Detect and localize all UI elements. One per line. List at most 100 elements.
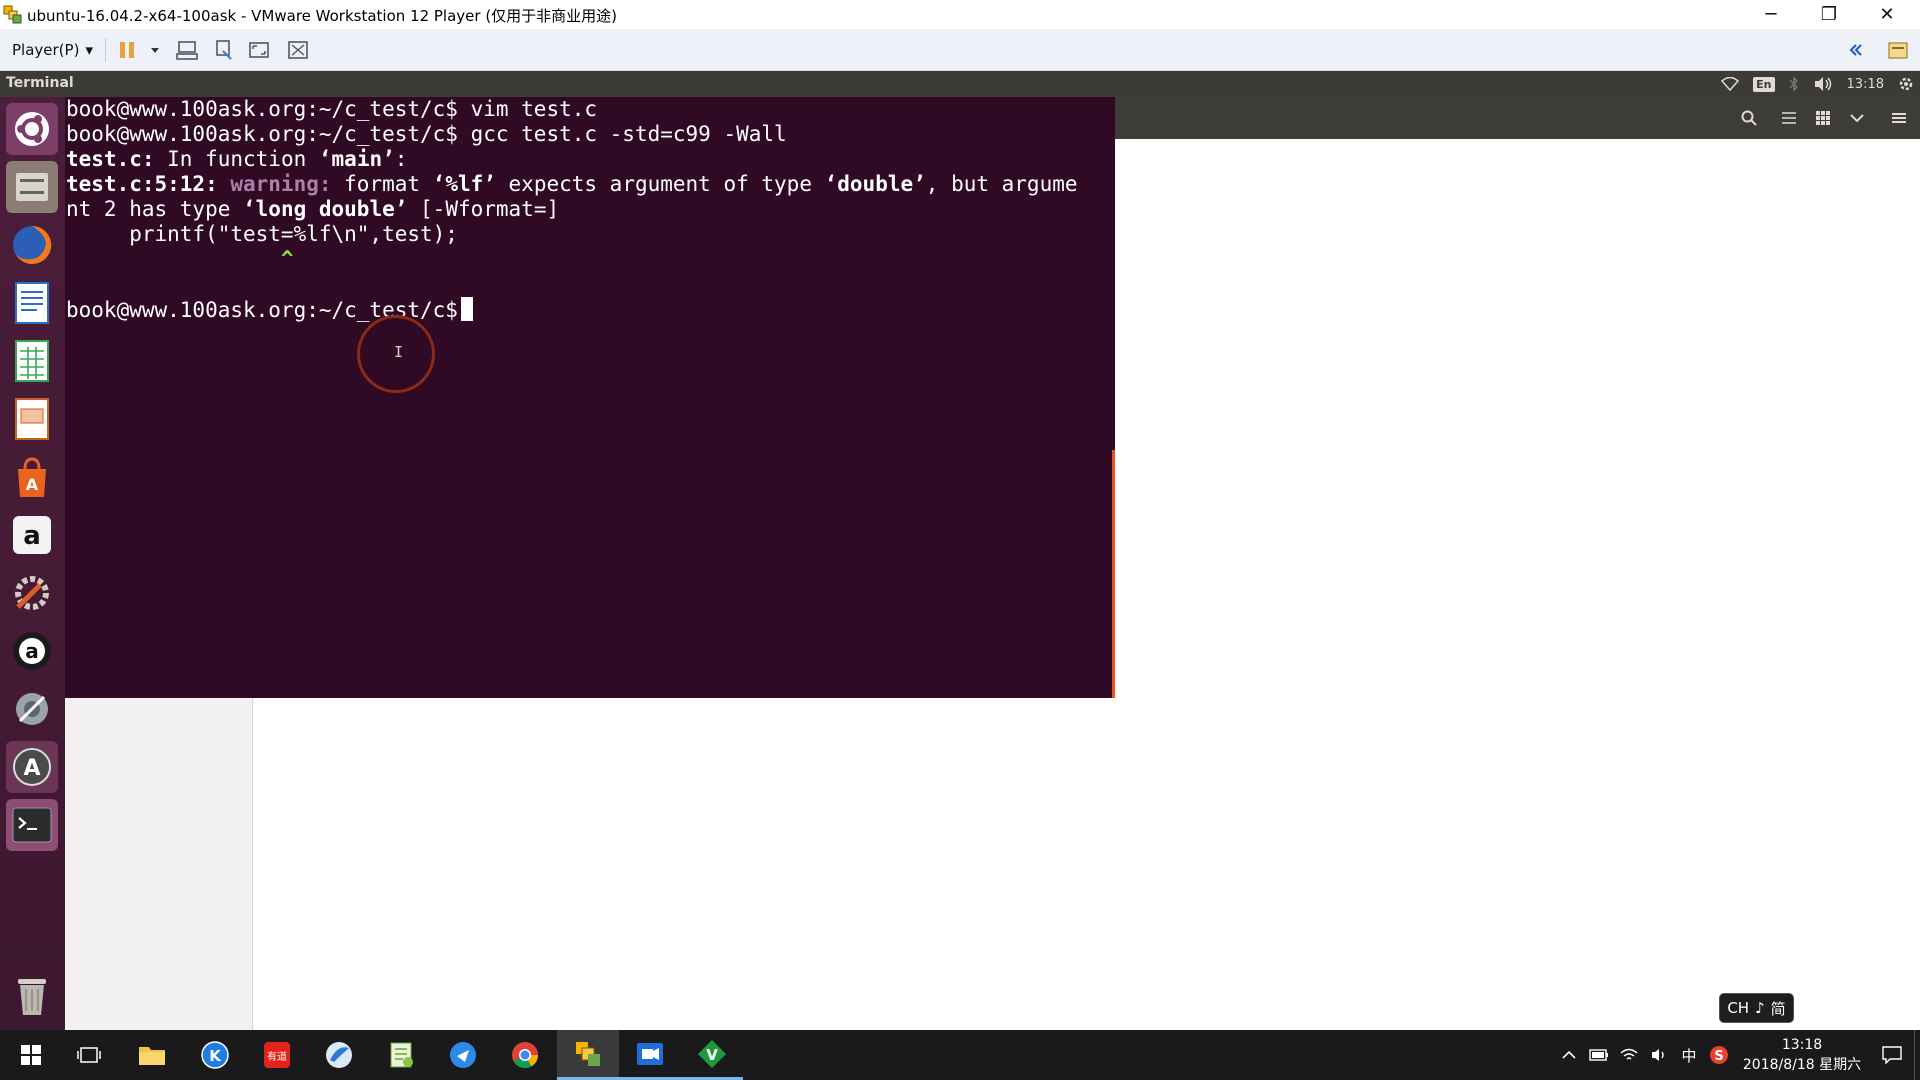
mouse-ibeam-cursor: I bbox=[394, 343, 404, 361]
presentation-icon bbox=[15, 398, 49, 440]
unity-mode-icon bbox=[288, 41, 308, 59]
launcher-writer-button[interactable] bbox=[6, 277, 58, 329]
taskbar-vmware-player[interactable] bbox=[557, 1030, 619, 1080]
file-cabinet-icon bbox=[16, 173, 48, 201]
clock-time: 13:18 bbox=[1781, 1037, 1823, 1053]
files-sidebar bbox=[65, 698, 253, 1030]
taskbar-file-explorer[interactable] bbox=[121, 1030, 183, 1080]
launcher-unity-tweak-button[interactable] bbox=[6, 683, 58, 735]
settings-gear-icon[interactable] bbox=[1898, 76, 1914, 92]
search-icon[interactable] bbox=[1741, 110, 1757, 126]
active-app-title: Terminal bbox=[6, 75, 74, 91]
taskbar-youdao[interactable]: 有道 bbox=[246, 1030, 308, 1080]
battery-icon bbox=[1589, 1049, 1608, 1061]
terminal-window[interactable]: book@www.100ask.org:~/c_test/c$ vim test… bbox=[65, 97, 1115, 698]
spreadsheet-icon bbox=[15, 340, 49, 382]
tray-overflow-button[interactable] bbox=[1554, 1030, 1584, 1080]
tray-battery[interactable] bbox=[1584, 1030, 1614, 1080]
double-chevron-left-icon bbox=[1849, 44, 1862, 56]
removable-devices-button[interactable] bbox=[211, 37, 237, 63]
kugou-music-icon: K bbox=[201, 1041, 229, 1069]
launcher-software-center-button[interactable]: A bbox=[6, 451, 58, 503]
launcher-calc-button[interactable] bbox=[6, 335, 58, 387]
vmware-title-bar: ubuntu-16.04.2-x64-100ask - VMware Works… bbox=[0, 0, 1920, 29]
bluetooth-icon[interactable] bbox=[1789, 76, 1799, 92]
launcher-trash-button[interactable] bbox=[6, 969, 58, 1021]
chevron-down-icon[interactable] bbox=[1849, 111, 1865, 125]
toolbar-divider bbox=[105, 38, 106, 62]
ubuntu-logo-icon bbox=[15, 112, 49, 146]
notepad-plus-icon bbox=[390, 1042, 413, 1068]
pause-icon bbox=[120, 42, 134, 58]
pause-button[interactable] bbox=[114, 37, 140, 63]
launcher-system-settings-button[interactable] bbox=[6, 567, 58, 619]
hamburger-menu-icon[interactable] bbox=[1891, 110, 1907, 126]
vmware-player-icon bbox=[576, 1041, 600, 1066]
launcher-amazon-button[interactable]: a bbox=[6, 509, 58, 561]
vmware-toolbar: Player(P) ▾ bbox=[0, 29, 1920, 71]
launcher-firefox-button[interactable] bbox=[6, 219, 58, 271]
taskbar-recorder[interactable] bbox=[619, 1030, 681, 1080]
pause-dropdown-button[interactable] bbox=[142, 37, 168, 63]
launcher-terminal-button[interactable] bbox=[6, 799, 58, 851]
sogou-ime-icon: S bbox=[1710, 1046, 1728, 1064]
grid-view-icon[interactable] bbox=[1815, 110, 1831, 126]
collapse-toolbar-button[interactable] bbox=[1843, 37, 1869, 63]
list-view-icon[interactable] bbox=[1781, 110, 1797, 126]
launcher-files-button[interactable] bbox=[6, 161, 58, 213]
warning-format: ‘%lf’ bbox=[432, 172, 496, 196]
fit-guest-button[interactable] bbox=[246, 37, 272, 63]
library-button[interactable] bbox=[1885, 37, 1911, 63]
warning-type: ‘long double’ bbox=[243, 197, 408, 221]
taskbar-vim[interactable]: V bbox=[681, 1030, 743, 1080]
window-title: ubuntu-16.04.2-x64-100ask - VMware Works… bbox=[27, 7, 618, 25]
svg-text:A: A bbox=[26, 475, 39, 494]
windows-logo-icon bbox=[21, 1045, 41, 1065]
warning-label: warning: bbox=[217, 172, 332, 196]
action-center-button[interactable] bbox=[1870, 1030, 1914, 1080]
warning-text: , but argume bbox=[925, 172, 1078, 196]
taskbar-notepad-plus[interactable] bbox=[370, 1030, 432, 1080]
shell-command: gcc test.c -std=c99 -Wall bbox=[457, 122, 787, 146]
tray-input-method[interactable]: 中 bbox=[1674, 1030, 1704, 1080]
show-desktop-button[interactable] bbox=[1914, 1030, 1920, 1080]
send-ctrl-alt-del-button[interactable] bbox=[174, 37, 200, 63]
wifi-icon bbox=[1620, 1048, 1638, 1060]
minimize-icon: ─ bbox=[1765, 4, 1777, 25]
taskbar-clock[interactable]: 13:18 2018/8/18 星期六 bbox=[1734, 1030, 1870, 1080]
shell-prompt: book@www.100ask.org:~/c_test/c$ bbox=[66, 97, 458, 121]
keyboard-layout-indicator[interactable]: En bbox=[1753, 76, 1775, 92]
terminal-line: book@www.100ask.org:~/c_test/c$ gcc test… bbox=[66, 122, 787, 147]
network-icon[interactable] bbox=[1721, 77, 1740, 91]
close-button[interactable]: ✕ bbox=[1858, 0, 1916, 29]
taskbar-chrome[interactable] bbox=[494, 1030, 556, 1080]
vmware-logo-icon bbox=[3, 5, 22, 24]
launcher-software-updater-button[interactable]: A bbox=[6, 741, 58, 793]
taskbar-cloud-music[interactable] bbox=[432, 1030, 494, 1080]
ime-status-bar[interactable]: CH ♪ 简 bbox=[1719, 993, 1794, 1023]
svg-text:a: a bbox=[25, 639, 39, 663]
task-view-button[interactable] bbox=[58, 1030, 120, 1080]
tray-network[interactable] bbox=[1614, 1030, 1644, 1080]
terminal-line: test.c:5:12: warning: format ‘%lf’ expec… bbox=[66, 172, 1078, 197]
minimize-button[interactable]: ─ bbox=[1742, 0, 1800, 29]
folder-icon bbox=[139, 1047, 165, 1065]
computer-keys-icon bbox=[176, 41, 198, 60]
panel-clock[interactable]: 13:18 bbox=[1847, 77, 1884, 92]
taskbar-kugou[interactable]: K bbox=[184, 1030, 246, 1080]
launcher-dash-button[interactable] bbox=[6, 103, 58, 155]
terminal-line: nt 2 has type ‘long double’ [-Wformat=] bbox=[66, 197, 559, 222]
launcher-impress-button[interactable] bbox=[6, 393, 58, 445]
tray-sogou[interactable]: S bbox=[1704, 1030, 1734, 1080]
task-view-icon bbox=[77, 1047, 101, 1063]
restore-button[interactable]: ❐ bbox=[1800, 0, 1858, 29]
taskbar-feather-app[interactable] bbox=[308, 1030, 370, 1080]
tray-volume[interactable] bbox=[1644, 1030, 1674, 1080]
launcher-amazon-alt-button[interactable]: a bbox=[6, 625, 58, 677]
unity-mode-button[interactable] bbox=[285, 37, 311, 63]
speaker-icon bbox=[1652, 1049, 1664, 1061]
volume-icon[interactable] bbox=[1813, 76, 1833, 92]
start-button[interactable] bbox=[0, 1030, 62, 1080]
windows-taskbar: K 有道 V 中 S 13:18 2018/8/18 星期六 bbox=[0, 1030, 1920, 1080]
player-menu-button[interactable]: Player(P) ▾ bbox=[6, 38, 99, 62]
